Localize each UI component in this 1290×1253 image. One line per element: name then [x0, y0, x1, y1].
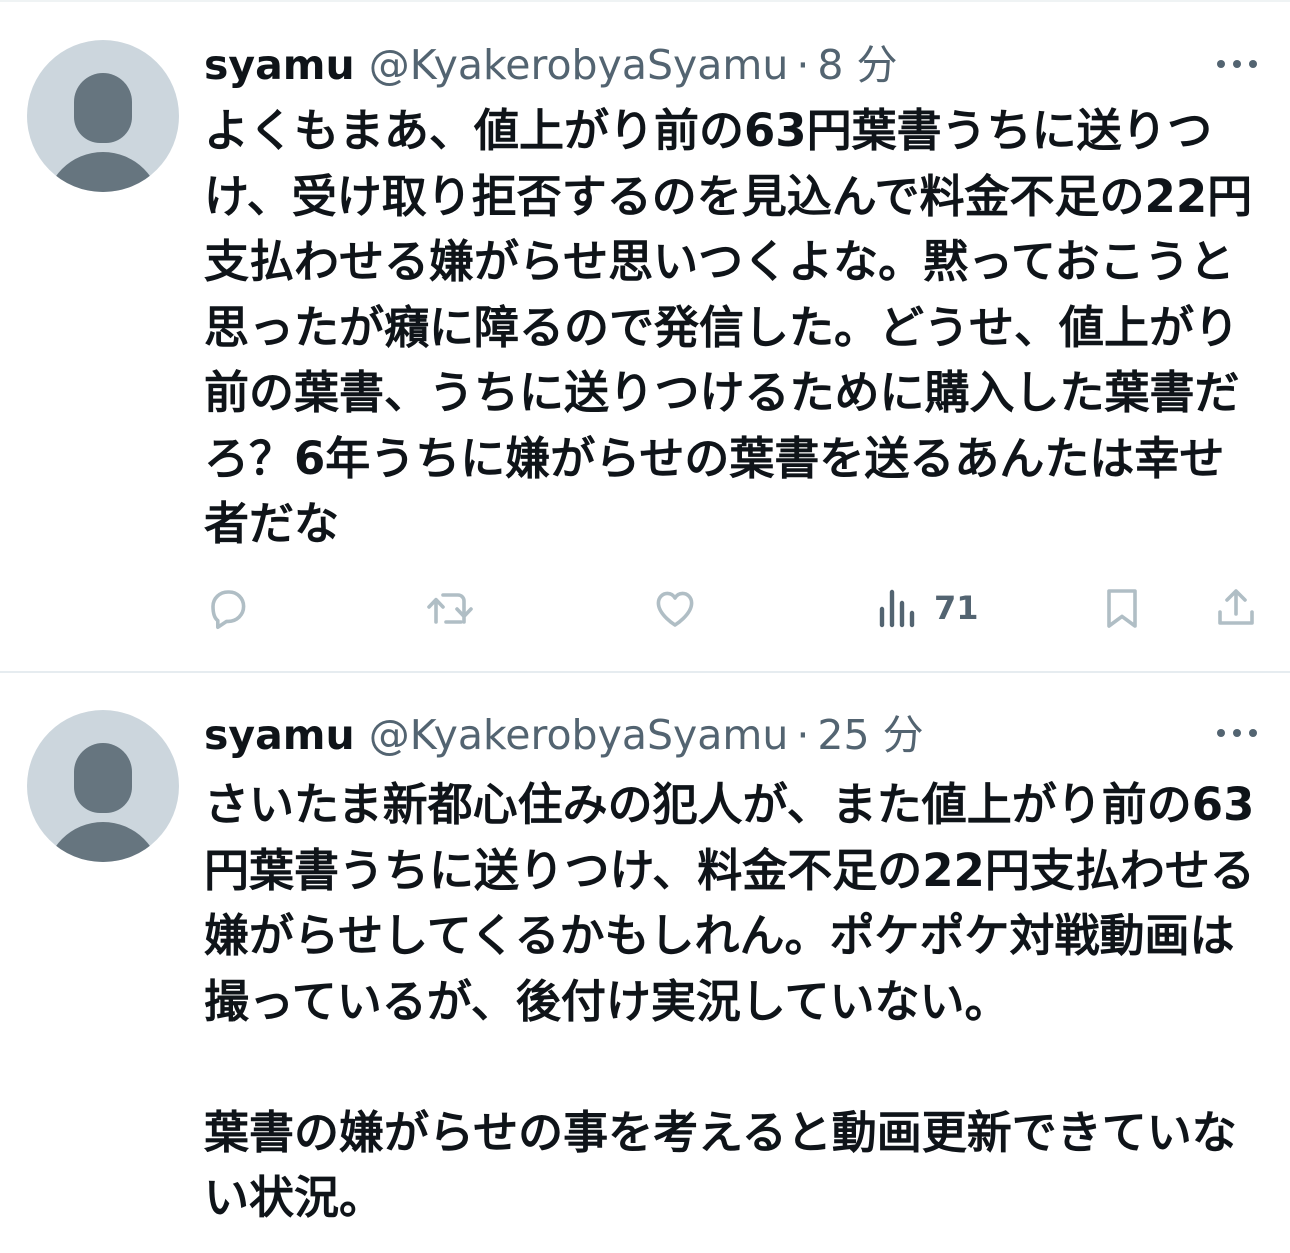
user-handle[interactable]: @KyakerobyaSyamu	[369, 38, 789, 92]
avatar-head-shape	[74, 73, 132, 143]
retweet-button[interactable]	[426, 578, 478, 638]
more-dot	[1249, 729, 1257, 737]
avatar-shoulders-shape	[45, 822, 161, 862]
like-button[interactable]	[650, 578, 700, 638]
retweet-icon	[427, 593, 473, 624]
avatar-head-shape	[74, 743, 132, 813]
more-dot	[1233, 60, 1241, 68]
header-separator-dot: ·	[796, 711, 810, 759]
heart-icon	[656, 591, 694, 627]
more-dot	[1217, 729, 1225, 737]
bookmark-icon	[1107, 589, 1137, 628]
reply-button[interactable]	[204, 578, 252, 638]
user-display-name[interactable]: syamu	[204, 708, 355, 762]
views-button[interactable]: 71	[876, 578, 979, 638]
share-button[interactable]	[1212, 578, 1260, 638]
bookmark-button[interactable]	[1100, 578, 1144, 638]
avatar-shoulders-shape	[45, 152, 161, 192]
more-dots-icon[interactable]	[1217, 58, 1257, 70]
tweet[interactable]: syamu @KyakerobyaSyamu · 8 分 よくもまあ、値上がり前…	[0, 0, 1290, 672]
tweet[interactable]: syamu @KyakerobyaSyamu · 25 分 さいたま新都心住みの…	[0, 672, 1290, 1253]
views-count: 71	[934, 589, 979, 627]
tweet-actions: 71	[204, 578, 1264, 638]
header-separator-dot: ·	[796, 41, 810, 89]
more-dot	[1233, 729, 1241, 737]
user-avatar[interactable]	[27, 40, 179, 192]
reply-icon	[211, 590, 246, 629]
user-avatar[interactable]	[27, 710, 179, 862]
tweet-text: さいたま新都心住みの犯人が、また値上がり前の63円葉書うちに送りつけ、料金不足の…	[204, 778, 1255, 1224]
tweet-timestamp[interactable]: 25 分	[817, 708, 923, 762]
user-display-name[interactable]: syamu	[204, 38, 355, 92]
more-dot	[1217, 60, 1225, 68]
share-icon	[1218, 589, 1254, 625]
more-dot	[1249, 60, 1257, 68]
tweet-text: よくもまあ、値上がり前の63円葉書うちに送りつけ、受け取り拒否するのを見込んで料…	[204, 104, 1253, 550]
tweet-header: syamu @KyakerobyaSyamu · 25 分	[204, 708, 924, 762]
tweet-header: syamu @KyakerobyaSyamu · 8 分	[204, 38, 897, 92]
user-handle[interactable]: @KyakerobyaSyamu	[369, 708, 789, 762]
more-dots-icon[interactable]	[1217, 727, 1257, 739]
tweet-timestamp[interactable]: 8 分	[817, 38, 897, 92]
views-chart-icon	[879, 589, 915, 628]
